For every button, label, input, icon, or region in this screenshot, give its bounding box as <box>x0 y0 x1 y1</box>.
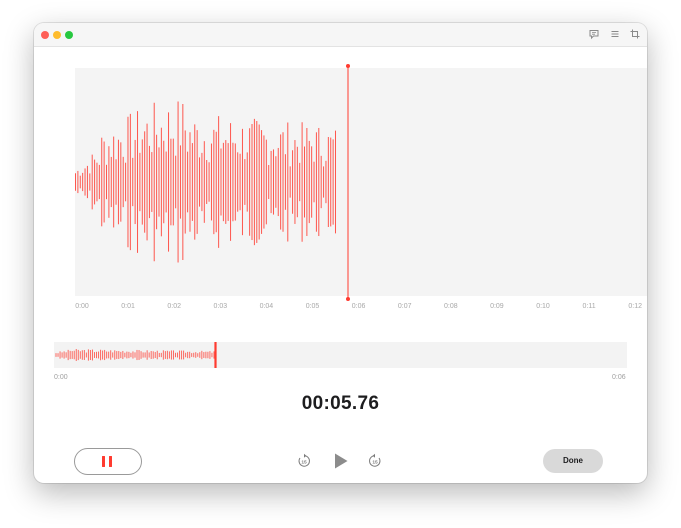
play-icon[interactable] <box>333 452 349 470</box>
elapsed-time: 00:05.76 <box>301 393 380 414</box>
voice-memos-window: 0:00 0:01 0:02 0:03 0:04 0:05 0:06 0:07 0:08 0:09… <box>34 23 647 483</box>
time-tick-label: 0:06 <box>351 303 366 310</box>
overview-waveform-svg <box>55 342 217 368</box>
time-tick-label: 0:00 <box>75 303 89 310</box>
time-tick-label: 0:10 <box>536 303 550 310</box>
transcript-icon[interactable] <box>588 28 600 40</box>
pause-recording-button[interactable] <box>74 448 142 475</box>
overview-waveform[interactable] <box>54 342 627 368</box>
time-tick-label: 0:03 <box>213 303 228 310</box>
svg-text:15: 15 <box>372 460 378 466</box>
trim-icon[interactable] <box>629 28 641 40</box>
time-tick-label: 0:07 <box>397 303 412 310</box>
time-tick-label: 0:05 <box>305 303 320 310</box>
skip-forward-15-icon[interactable]: 15 <box>368 453 382 469</box>
overview-playhead[interactable] <box>214 342 217 368</box>
overview-end-label: 0:06 <box>612 374 626 381</box>
time-tick-label: 0:04 <box>259 303 274 310</box>
list-icon[interactable] <box>609 28 621 40</box>
waveform-svg <box>75 101 336 263</box>
skip-back-15-icon[interactable]: 15 <box>297 453 311 469</box>
waveform-area[interactable] <box>75 68 647 296</box>
time-tick-label: 0:09 <box>490 303 504 310</box>
title-bar <box>34 23 647 47</box>
time-tick-label: 0:01 <box>121 303 135 310</box>
playhead[interactable] <box>342 60 354 304</box>
minimize-window-button[interactable] <box>53 31 61 39</box>
time-tick-label: 0:02 <box>167 303 181 310</box>
done-button[interactable]: Done <box>543 449 603 473</box>
zoom-window-button[interactable] <box>65 31 73 39</box>
close-window-button[interactable] <box>41 31 49 39</box>
time-tick-label: 0:08 <box>443 303 458 310</box>
svg-text:15: 15 <box>301 460 307 466</box>
time-tick-label: 0:12 <box>628 303 642 310</box>
overview-start-label: 0:00 <box>54 374 68 381</box>
time-tick-label: 0:11 <box>582 303 596 310</box>
